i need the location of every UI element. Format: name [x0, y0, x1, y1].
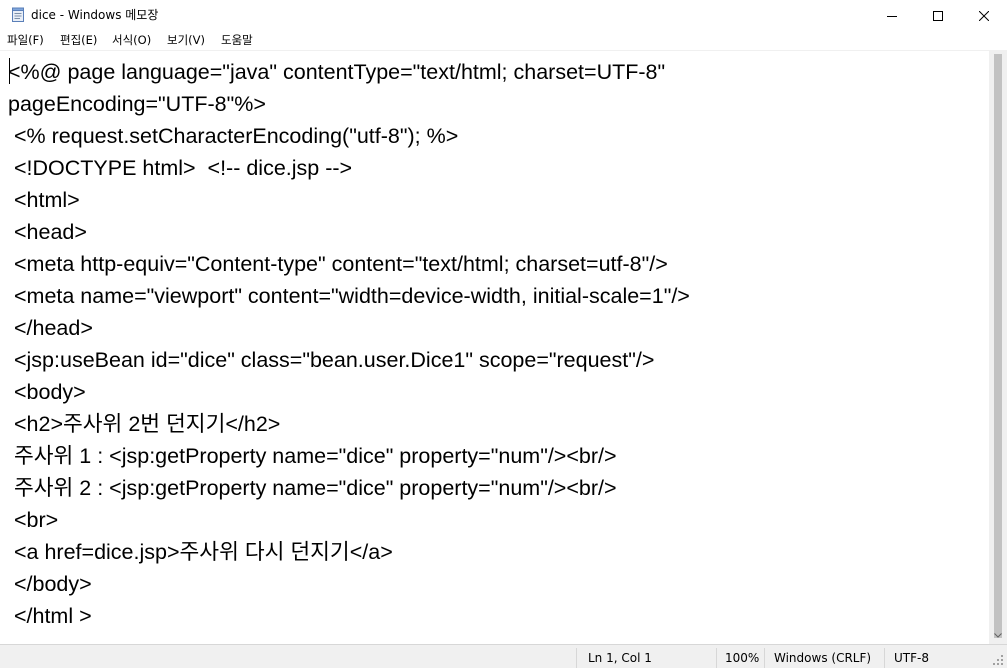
status-separator [576, 648, 577, 668]
menu-file[interactable]: 파일(F) [7, 31, 44, 50]
menu-bar: 파일(F) 편집(E) 서식(O) 보기(V) 도움말 [0, 31, 1007, 50]
status-cursor-position: Ln 1, Col 1 [588, 651, 652, 665]
maximize-icon [933, 10, 943, 21]
scroll-thumb[interactable] [994, 54, 1002, 638]
editor-content[interactable]: <%@ page language="java" contentType="te… [8, 56, 690, 632]
menu-help[interactable]: 도움말 [221, 31, 253, 50]
status-separator [884, 648, 885, 668]
menu-view[interactable]: 보기(V) [167, 31, 205, 50]
scroll-down-button[interactable] [989, 627, 1007, 644]
vertical-scrollbar[interactable] [989, 50, 1007, 644]
status-line-ending: Windows (CRLF) [774, 651, 872, 665]
window-title: dice - Windows 메모장 [31, 8, 159, 22]
notepad-icon [10, 7, 26, 23]
title-bar[interactable]: dice - Windows 메모장 [0, 0, 1007, 31]
status-separator [764, 648, 765, 668]
status-encoding: UTF-8 [894, 651, 929, 665]
minimize-button[interactable] [869, 0, 915, 31]
maximize-button[interactable] [915, 0, 961, 31]
resize-grip-icon[interactable] [991, 652, 1005, 666]
status-zoom: 100% [725, 651, 760, 665]
close-button[interactable] [961, 0, 1007, 31]
minimize-icon [887, 15, 897, 17]
status-bar: Ln 1, Col 1 100% Windows (CRLF) UTF-8 [0, 644, 1007, 668]
menu-format[interactable]: 서식(O) [112, 31, 151, 50]
text-caret [9, 58, 10, 84]
text-editor[interactable]: <%@ page language="java" contentType="te… [0, 50, 989, 645]
status-separator [716, 648, 717, 668]
chevron-down-icon [994, 633, 1002, 638]
notepad-window: dice - Windows 메모장 파일(F) 편집(E) 서식(O) 보기(… [0, 0, 1007, 668]
menu-edit[interactable]: 편집(E) [60, 31, 97, 50]
close-icon [979, 10, 989, 21]
